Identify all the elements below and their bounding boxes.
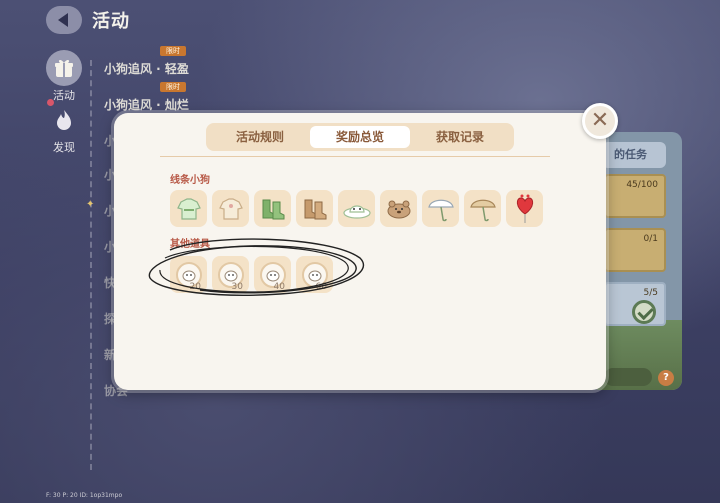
current-marker-icon: ✦ — [86, 199, 95, 210]
task-slot[interactable]: 45/100 — [604, 174, 666, 218]
reward-item[interactable] — [380, 190, 417, 227]
back-arrow-icon — [57, 13, 68, 27]
task-slot[interactable]: 0/1 — [604, 228, 666, 272]
divider — [160, 156, 550, 157]
reward-item[interactable] — [506, 190, 543, 227]
page-title: 活动 — [92, 11, 130, 32]
rail-activity-button[interactable]: 活动 — [44, 50, 84, 103]
beige-umbrella-icon — [469, 199, 496, 221]
teddy-bear-icon — [387, 200, 410, 218]
reward-item[interactable] — [254, 190, 291, 227]
reward-item[interactable] — [170, 190, 207, 227]
rail-discover-button[interactable]: 发现 — [44, 102, 84, 155]
tab-records[interactable]: 获取记录 — [410, 126, 510, 148]
back-button[interactable] — [46, 6, 82, 34]
dog-outfit-cream-icon — [218, 197, 243, 220]
white-umbrella-icon — [427, 199, 454, 221]
task-panel-header: 的任务 — [602, 142, 666, 168]
timeline-dashed-line — [90, 60, 92, 470]
sun-hat-icon — [342, 204, 371, 219]
task-progress: 0/1 — [643, 234, 658, 244]
reward-item[interactable] — [212, 190, 249, 227]
top-bar: 活动 — [46, 6, 130, 34]
close-button[interactable]: ✕ — [582, 103, 618, 139]
dog-outfit-green-icon — [176, 197, 201, 220]
help-button[interactable]: ? — [658, 370, 674, 386]
section-title-dogs: 线条小狗 — [170, 175, 210, 186]
flame-icon — [46, 102, 82, 138]
gift-icon — [46, 50, 82, 86]
bottom-bar — [604, 368, 652, 386]
task-progress: 45/100 — [626, 180, 658, 190]
task-progress: 5/5 — [643, 288, 658, 298]
reward-item[interactable] — [422, 190, 459, 227]
check-icon — [632, 300, 656, 324]
limited-tag: 限时 — [160, 82, 186, 92]
green-boots-icon — [262, 199, 284, 219]
limited-tag: 限时 — [160, 46, 186, 56]
red-heart-balloon-icon — [516, 194, 533, 223]
activity-item[interactable]: 小狗追风 · 灿烂 — [104, 96, 189, 113]
scribble-annotation — [148, 238, 365, 296]
debug-footer: F: 30 P: 20 ID: 1op31mpo — [46, 492, 123, 499]
dog-items-row — [170, 190, 543, 227]
rail-discover-label: 发现 — [53, 141, 75, 154]
activity-item[interactable]: 小狗追风 · 轻盈 — [104, 60, 189, 77]
close-icon: ✕ — [590, 108, 610, 133]
tab-bar: 活动规则 奖励总览 获取记录 — [206, 123, 514, 151]
reward-item[interactable] — [464, 190, 501, 227]
reward-item[interactable] — [296, 190, 333, 227]
reward-item[interactable] — [338, 190, 375, 227]
tab-rules[interactable]: 活动规则 — [210, 126, 310, 148]
rail-activity-label: 活动 — [53, 89, 75, 102]
brown-boots-icon — [304, 199, 326, 219]
tab-reward-overview[interactable]: 奖励总览 — [310, 126, 410, 148]
